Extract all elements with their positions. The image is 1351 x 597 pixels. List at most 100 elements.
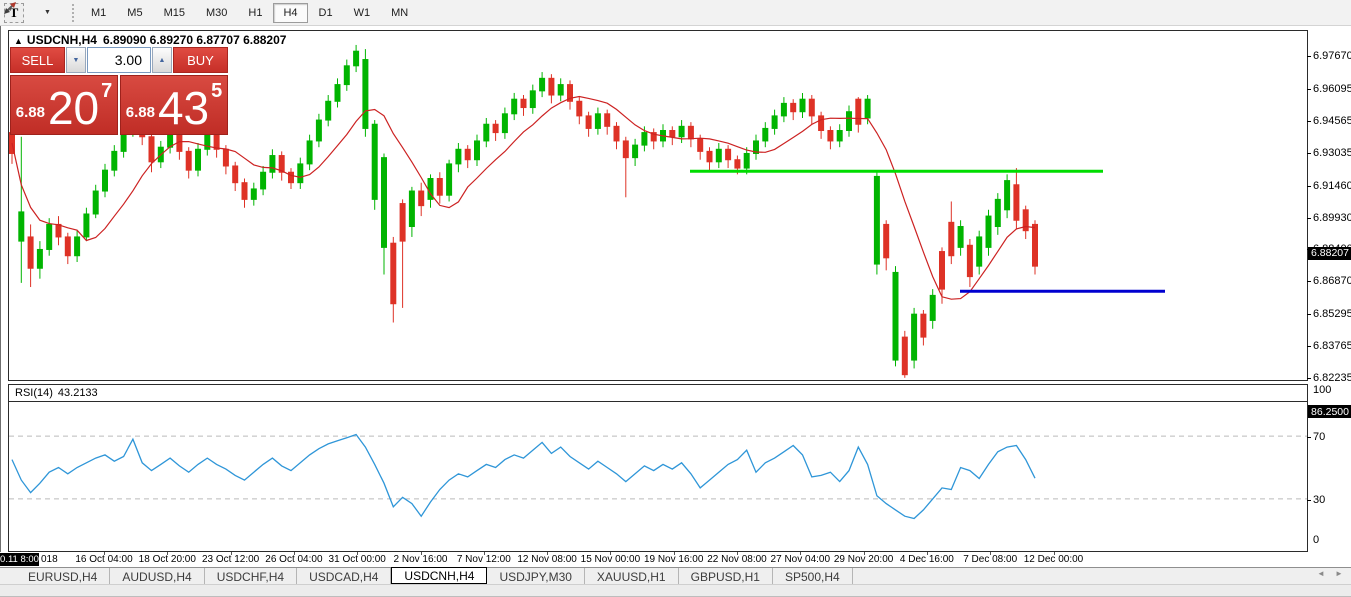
time-axis-label: 2 Nov 16:00	[394, 554, 448, 565]
tab-scroll-left-icon[interactable]: ◄	[1314, 569, 1328, 578]
tab-scroll-right-icon[interactable]: ►	[1332, 569, 1346, 578]
time-axis-label: 31 Oct 00:00	[329, 554, 386, 565]
time-axis-label: 7 Nov 12:00	[457, 554, 511, 565]
time-axis-label: 15 Nov 00:00	[581, 554, 641, 565]
time-axis-label: 19 Nov 16:00	[644, 554, 704, 565]
price-axis-label: 6.91460	[1313, 180, 1351, 192]
current-price-badge: 6.88207	[1308, 247, 1351, 260]
time-axis-label: 12 Dec 00:00	[1024, 554, 1084, 565]
chart-tab-usdchf[interactable]: USDCHF,H4	[205, 568, 297, 584]
time-crosshair-badge: 0.11 8:00	[0, 553, 39, 566]
toolbar-separator	[72, 4, 75, 22]
timeframe-toolbar: M1M5M15M30H1H4D1W1MN	[81, 0, 419, 26]
price-axis-label: 6.93035	[1313, 147, 1351, 159]
collapse-triangle-icon: ▲	[14, 36, 23, 46]
timeframe-button-m15[interactable]: M15	[154, 3, 195, 23]
chart-tab-xauusd[interactable]: XAUUSD,H1	[585, 568, 679, 584]
rsi-axis-label: 100	[1313, 384, 1331, 396]
price-axis-label: 6.83765	[1313, 340, 1351, 352]
price-axis-label: 6.86870	[1313, 275, 1351, 287]
price-axis-label: 6.97670	[1313, 50, 1351, 62]
buy-button[interactable]: BUY	[173, 47, 228, 73]
rsi-chart[interactable]	[9, 402, 1307, 551]
ask-pip-digit: 5	[211, 80, 222, 103]
timeframe-button-h1[interactable]: H1	[238, 3, 272, 23]
ask-main-digits: 43	[158, 89, 209, 127]
timeframe-button-mn[interactable]: MN	[381, 3, 418, 23]
volume-increase-button[interactable]: ▲	[152, 47, 172, 73]
price-tick	[1307, 153, 1311, 154]
timeframe-button-m1[interactable]: M1	[81, 3, 116, 23]
timeframe-button-m5[interactable]: M5	[117, 3, 152, 23]
cursor-tool-button[interactable]: ▼	[28, 3, 64, 23]
chart-tab-bar: EURUSD,H4AUDUSD,H4USDCHF,H4USDCAD,H4USDC…	[0, 567, 1351, 584]
time-axis-label: 7 Dec 08:00	[963, 554, 1017, 565]
rsi-tick	[1307, 437, 1311, 438]
chart-title: ▲ USDCNH,H4 6.89090 6.89270 6.87707 6.8820…	[14, 33, 286, 47]
timeframe-button-d1[interactable]: D1	[309, 3, 343, 23]
down-arrow-icon: ▼	[73, 57, 80, 64]
chart-tab-usdjpy[interactable]: USDJPY,M30	[487, 568, 584, 584]
timeframe-button-m30[interactable]: M30	[196, 3, 237, 23]
price-axis-label: 6.82235	[1313, 372, 1351, 384]
time-axis-label: 23 Oct 12:00	[202, 554, 259, 565]
chart-ohlc-values: 6.89090 6.89270 6.87707 6.88207	[103, 33, 287, 47]
time-axis-label: 16 Oct 04:00	[75, 554, 132, 565]
chart-symbol-label: USDCNH,H4	[27, 33, 97, 47]
time-axis[interactable]: 0.11 8:00 018 16 Oct 04:00 18 Oct 20:00 23…	[0, 552, 1351, 567]
time-axis-label: 26 Oct 04:00	[265, 554, 322, 565]
price-tick	[1307, 56, 1311, 57]
mt4-terminal: T ▼ M1M5M15M30H1H4D1W1MN ▲ USDCNH,H4 6.890…	[0, 0, 1351, 597]
rsi-axis-label: 30	[1313, 494, 1325, 506]
price-tick	[1307, 378, 1311, 379]
up-arrow-icon: ▲	[159, 57, 166, 64]
price-tick	[1307, 218, 1311, 219]
chart-tab-eurusd[interactable]: EURUSD,H4	[16, 568, 110, 584]
price-axis-label: 6.94565	[1313, 115, 1351, 127]
chart-tab-sp500[interactable]: SP500,H4	[773, 568, 853, 584]
time-axis-label: 22 Nov 08:00	[707, 554, 767, 565]
rsi-marker-badge: 86.2500	[1308, 405, 1351, 418]
time-axis-label: 4 Dec 16:00	[900, 554, 954, 565]
time-axis-label: 29 Nov 20:00	[834, 554, 894, 565]
timeframe-button-w1[interactable]: W1	[344, 3, 381, 23]
price-axis-label: 6.96095	[1313, 83, 1351, 95]
rsi-axis-label: 70	[1313, 431, 1325, 443]
top-toolbar: T ▼ M1M5M15M30H1H4D1W1MN	[0, 0, 1351, 26]
price-tick	[1307, 89, 1311, 90]
price-tick	[1307, 346, 1311, 347]
price-tick	[1307, 186, 1311, 187]
time-partial-label: 018	[41, 554, 58, 565]
time-axis-label: 12 Nov 08:00	[517, 554, 577, 565]
window-left-edge	[0, 26, 1, 584]
chart-tab-audusd[interactable]: AUDUSD,H4	[110, 568, 204, 584]
chart-tab-usdcad[interactable]: USDCAD,H4	[297, 568, 391, 584]
rsi-tick	[1307, 500, 1311, 501]
status-bar	[0, 584, 1351, 597]
rsi-axis-label: 0	[1313, 534, 1319, 546]
volume-decrease-button[interactable]: ▼	[66, 47, 86, 73]
bid-main-digits: 20	[48, 89, 99, 127]
ask-prefix: 6.88	[126, 104, 155, 127]
sell-button[interactable]: SELL	[10, 47, 65, 73]
volume-input[interactable]: 3.00	[87, 47, 151, 73]
rsi-pane[interactable]	[8, 402, 1308, 552]
rsi-name-label: RSI(14)	[15, 387, 53, 399]
price-tick	[1307, 281, 1311, 282]
price-axis-label: 6.85295	[1313, 308, 1351, 320]
dropdown-caret-icon: ▼	[44, 9, 51, 16]
rsi-value-label: 43.2133	[58, 387, 98, 399]
bid-prefix: 6.88	[16, 104, 45, 127]
chart-tab-gbpusd[interactable]: GBPUSD,H1	[679, 568, 773, 584]
time-axis-label: 27 Nov 04:00	[771, 554, 831, 565]
ask-price-box[interactable]: 6.88 43 5	[120, 75, 228, 135]
price-axis-label: 6.89930	[1313, 212, 1351, 224]
chart-tab-usdcnh[interactable]: USDCNH,H4	[391, 567, 487, 584]
price-tick	[1307, 121, 1311, 122]
price-tick	[1307, 314, 1311, 315]
time-axis-label: 18 Oct 20:00	[139, 554, 196, 565]
bid-price-box[interactable]: 6.88 20 7	[10, 75, 118, 135]
timeframe-button-h4[interactable]: H4	[273, 3, 307, 23]
rsi-indicator-header: RSI(14) 43.2133	[8, 384, 1308, 402]
bid-pip-digit: 7	[101, 80, 112, 103]
